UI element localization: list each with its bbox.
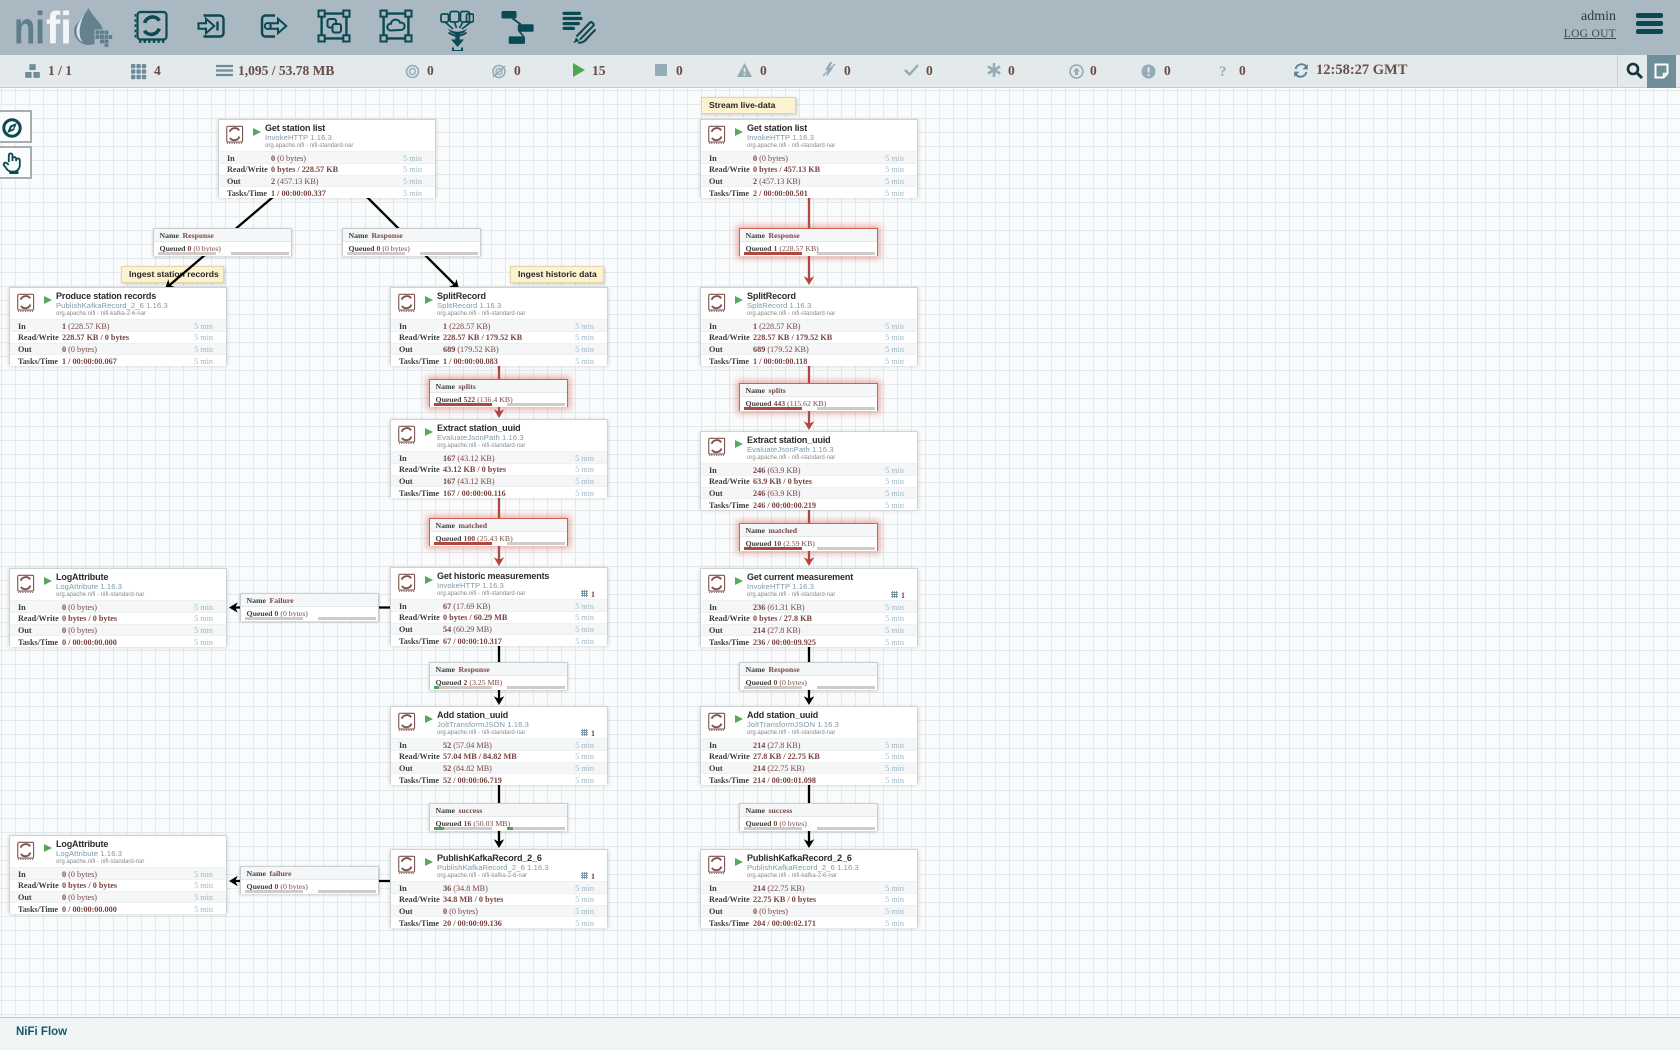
- svg-text:ni: ni: [14, 3, 45, 54]
- svg-text:fi: fi: [46, 3, 72, 54]
- svg-text:?: ?: [1219, 64, 1227, 78]
